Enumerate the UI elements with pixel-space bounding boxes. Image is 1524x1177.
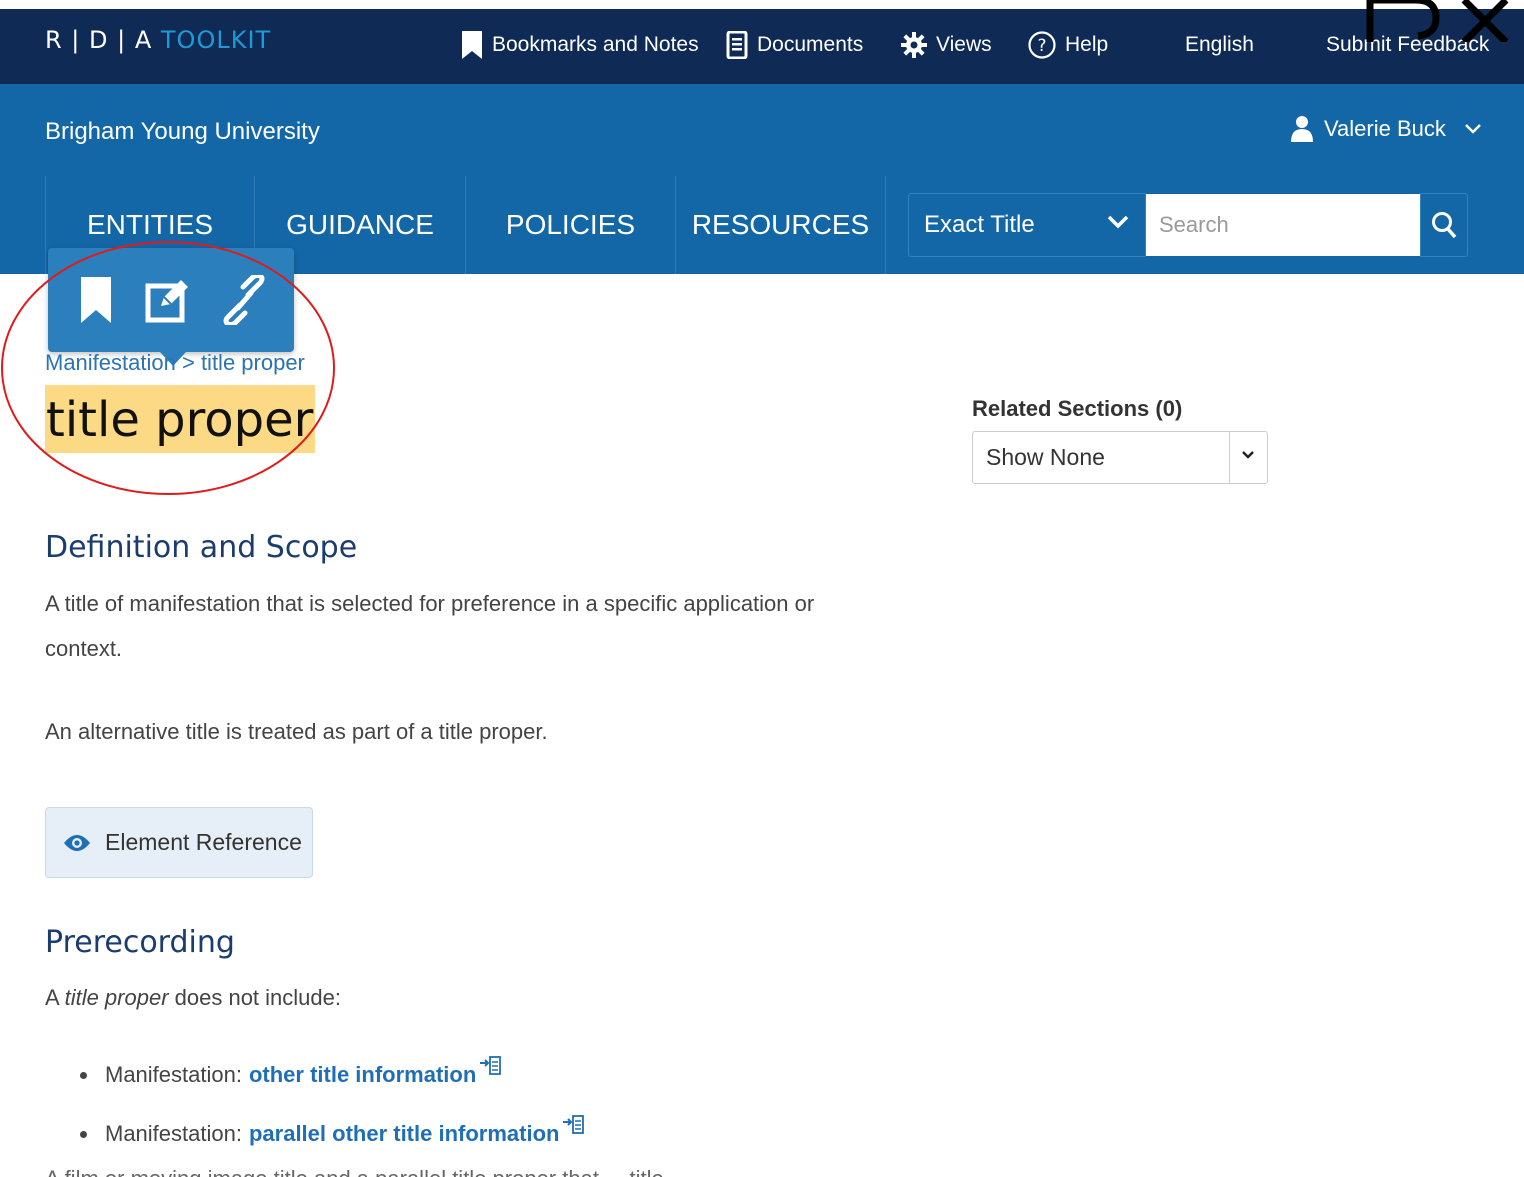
search-icon (1432, 212, 1457, 239)
brand-toolkit: TOOLKIT (160, 26, 272, 54)
prerecording-heading: Prerecording (45, 925, 235, 960)
views-label: Views (936, 33, 992, 56)
rda-toolkit-logo[interactable]: R | D | A TOOLKIT (45, 26, 271, 54)
intro-text-a: A (45, 985, 65, 1010)
chevron-down-icon (1464, 124, 1481, 134)
documents-link[interactable]: Documents (726, 28, 863, 62)
bookmarks-and-notes-link[interactable]: Bookmarks and Notes (461, 28, 699, 62)
list-item-prefix: Manifestation: (105, 1121, 242, 1146)
top-edge-strip (0, 0, 1524, 9)
element-reference-label: Element Reference (105, 829, 302, 855)
bookmark-action[interactable] (70, 274, 122, 326)
corner-glyph-fragment (1366, 0, 1509, 42)
definition-heading: Definition and Scope (45, 530, 358, 565)
language-selector[interactable]: English (1185, 28, 1254, 62)
chevron-down-icon (1242, 451, 1254, 459)
related-sections-label: Related Sections (0) (972, 396, 1183, 421)
user-menu[interactable]: Valerie Buck (1290, 115, 1492, 143)
section-actions-popover (48, 248, 294, 352)
bullet-dot (80, 1131, 87, 1138)
breadcrumb-parent[interactable]: Manifestation (45, 350, 176, 375)
jump-to-section-icon (563, 1115, 585, 1134)
search-input[interactable] (1146, 194, 1420, 256)
add-note-action[interactable] (142, 274, 194, 326)
related-sections-select[interactable]: Show None (972, 431, 1268, 484)
bookmark-icon (462, 31, 482, 59)
bookmark-icon (81, 277, 111, 323)
page-title: title proper (45, 385, 316, 453)
documents-label: Documents (757, 33, 864, 56)
brand-letters: R | D | A (45, 26, 161, 54)
breadcrumb-current: title proper (200, 350, 305, 375)
chevron-down-icon (1107, 215, 1129, 229)
element-reference-button[interactable]: Element Reference (45, 807, 313, 878)
user-name: Valerie Buck (1324, 116, 1446, 141)
institution-name: Brigham Young University (45, 118, 320, 145)
prerecording-intro: A title proper does not include: (45, 975, 845, 1020)
eye-icon (64, 834, 90, 851)
edit-note-icon (145, 280, 188, 323)
svg-text:?: ? (1037, 36, 1046, 56)
intro-text-b: does not include: (168, 985, 341, 1010)
alternative-title-text: An alternative title is treated as part … (45, 719, 548, 744)
help-link[interactable]: ? Help (1028, 28, 1108, 62)
document-icon (726, 31, 748, 59)
search-button[interactable] (1420, 193, 1468, 257)
list-item-prefix: Manifestation: (105, 1062, 242, 1087)
views-link[interactable]: Views (901, 28, 992, 62)
search-mode-label: Exact Title (924, 211, 1035, 238)
intro-text-em: title proper (64, 985, 169, 1010)
copy-link-action[interactable] (218, 274, 270, 326)
breadcrumb-separator: > (175, 350, 201, 375)
parallel-other-title-information-link[interactable]: parallel other title information (249, 1121, 559, 1147)
gear-icon (901, 32, 927, 58)
nav-policies[interactable]: POLICIES (465, 176, 675, 274)
other-title-information-link[interactable]: other title information (249, 1062, 476, 1088)
bullet-dot (80, 1072, 87, 1079)
help-label: Help (1065, 33, 1109, 56)
related-sections-value: Show None (986, 444, 1105, 470)
breadcrumb: Manifestation > title proper (45, 350, 305, 376)
help-icon: ? (1028, 31, 1056, 59)
link-icon (223, 275, 265, 325)
language-label: English (1185, 33, 1254, 56)
list-item: Manifestation: other title information (80, 1056, 502, 1088)
search-mode-select[interactable]: Exact Title (908, 193, 1146, 257)
definition-text: A title of manifestation that is selecte… (45, 591, 815, 661)
list-item: Manifestation: parallel other title info… (80, 1115, 585, 1147)
select-divider (1229, 432, 1230, 483)
jump-to-section-icon (480, 1056, 502, 1075)
nav-resources[interactable]: RESOURCES (675, 176, 886, 274)
truncated-paragraph: A film or moving image title and a paral… (45, 1168, 664, 1177)
bookmarks-and-notes-label: Bookmarks and Notes (492, 33, 699, 56)
user-icon (1291, 116, 1313, 142)
